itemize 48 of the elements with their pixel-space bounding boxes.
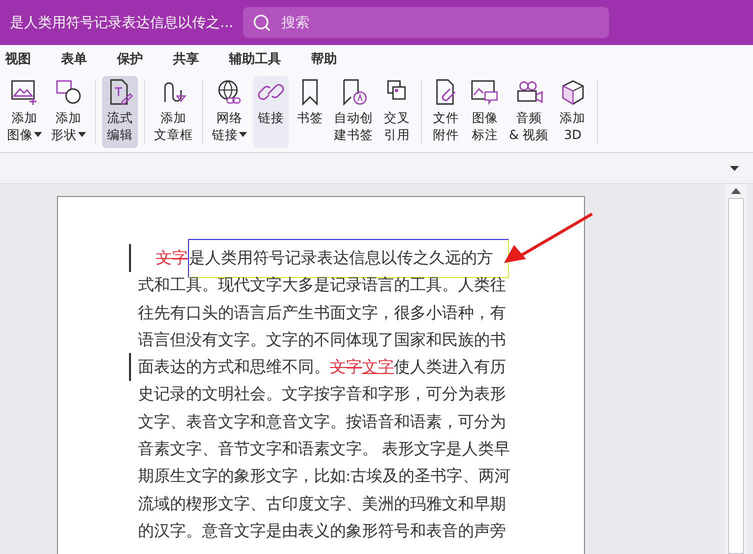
shapes-icon [54, 78, 84, 106]
ribbon-button[interactable]: 自动创 建书签 [331, 76, 376, 148]
caret-icon [78, 132, 86, 137]
ribbon-button[interactable]: 图像 标注 [467, 76, 503, 148]
body-text: 往先有口头的语言后产生书面文字，很多小语种，有 [138, 304, 506, 322]
ribbon-button[interactable]: 添加 文章框 [151, 76, 196, 148]
body-text: 流域的楔形文字、古印度文字、美洲的玛雅文和早期 [138, 496, 506, 513]
image-add-icon [10, 78, 40, 106]
search-field[interactable]: 搜索 [243, 7, 610, 38]
caret-icon [239, 132, 247, 137]
menu-tab[interactable]: 辅助工具 [226, 50, 295, 68]
menu-tab[interactable]: 表单 [58, 50, 101, 68]
ribbon-button[interactable]: 添加 形状 [48, 76, 89, 148]
caret-icon [34, 132, 42, 137]
body-text: 音素文字、音节文字和语素文字。 表形文字是人类早 [138, 441, 510, 458]
ribbon-button[interactable]: 网络 链接 [209, 76, 250, 148]
ribbon-button[interactable]: 交叉 引用 [379, 76, 415, 148]
image-note-icon [470, 78, 500, 106]
inserted-text: 文字 [362, 359, 394, 376]
caret-icon[interactable] [730, 166, 739, 170]
search-input[interactable]: 搜索 [279, 14, 600, 32]
ribbon-button[interactable]: 书签 [292, 76, 328, 148]
scroll-thumb[interactable] [728, 198, 744, 554]
ribbon-button[interactable]: 添加 图像 [4, 76, 45, 148]
body-text: 式和工具。现代文字大多是记录语言的工具。人类往 [138, 277, 506, 294]
deleted-text: 文字 [156, 250, 188, 267]
menu-tab[interactable]: 视图 [2, 50, 45, 68]
scroll-up-icon[interactable] [731, 188, 741, 194]
menu-tab[interactable]: 共享 [170, 50, 213, 68]
search-icon [253, 14, 272, 32]
scrollbar[interactable] [725, 184, 747, 554]
body-text: 的汉字。意音文字是由表义的象形符号和表音的声旁 [138, 522, 506, 540]
ribbon-button[interactable]: 流式 编辑 [102, 76, 138, 148]
body-text: 期原生文字的象形文字，比如:古埃及的圣书字、两河 [138, 468, 510, 486]
menu-tab[interactable]: 帮助 [308, 50, 351, 68]
body-text: 史记录的文明社会。文字按字音和字形，可分为表形 [138, 386, 506, 404]
ribbon-button[interactable]: 添加 3D [554, 76, 591, 148]
body-text: 语言但没有文字。文字的不同体现了国家和民族的书 [138, 332, 506, 349]
menu-tab[interactable]: 保护 [114, 50, 157, 68]
ribbon-button[interactable]: 音频 & 视频 [506, 76, 552, 148]
deleted-text: 文字 [330, 359, 362, 376]
ribbon-button[interactable]: 链接 [253, 76, 289, 148]
body-text: 使人类进入有历 [394, 359, 506, 376]
body-text: 文字、表音文字和意音文字。按语音和语素，可分为 [138, 414, 506, 431]
ribbon-button[interactable]: 文件 附件 [428, 76, 464, 148]
body-text: 面表达的方式和思维不同。 [138, 359, 330, 376]
selected-text: 是人类用符号记录表达信息以传之久远的方 [188, 239, 509, 278]
window-title: 是人类用符号记录表达信息以传之... [10, 14, 234, 32]
